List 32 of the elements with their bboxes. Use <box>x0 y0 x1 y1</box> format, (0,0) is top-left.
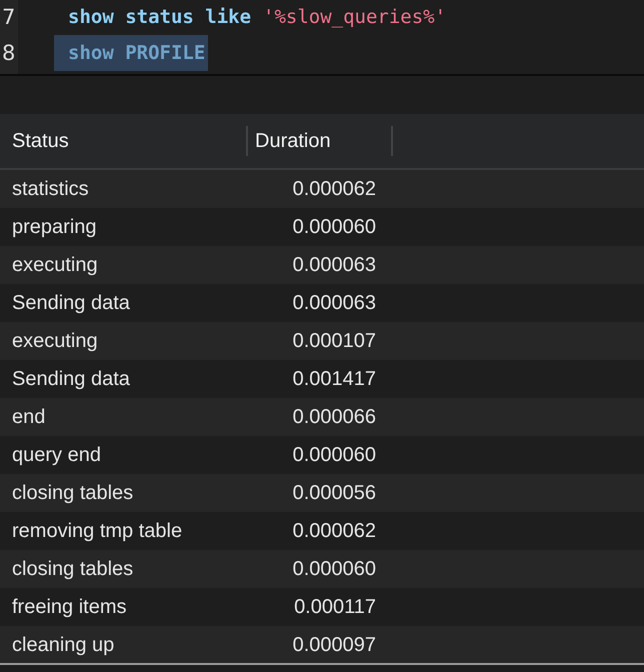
table-cell-text: 0.000062 <box>292 520 376 542</box>
table-cell-text: Sending data <box>11 368 131 390</box>
table-cell-text: closing tables <box>11 558 134 580</box>
table-cell-text: 0.000060 <box>292 558 376 580</box>
line-number: 8 <box>2 41 16 65</box>
table-cell-text: end <box>11 406 46 428</box>
table-cell-text: 0.000107 <box>292 330 376 352</box>
code-editor[interactable]: 7 show status like '%slow_queries%' 8 show PROFILE <box>0 0 644 76</box>
table-cell-text: removing tmp table <box>11 520 184 542</box>
table-cell-text: Sending data <box>11 292 131 314</box>
table-cell-text: preparing <box>11 216 98 238</box>
table-cell-text: query end <box>11 444 102 466</box>
table-cell-text: 0.000062 <box>292 178 376 200</box>
code-line: show status like '%slow_queries%' <box>67 5 448 30</box>
table-cell-text: executing <box>11 254 99 276</box>
table-cell-text: closing tables <box>11 482 134 504</box>
column-header[interactable]: Duration <box>248 126 393 156</box>
table-cell-text: executing <box>11 330 99 352</box>
table-cell-text: 0.000060 <box>292 444 376 466</box>
table-cell-text: 0.001417 <box>292 368 376 390</box>
table-cell-text: 0.000063 <box>292 292 376 314</box>
table-cell-text: 0.000056 <box>292 482 376 504</box>
table-cell-text: cleaning up <box>11 634 116 656</box>
table-cell-text: 0.000117 <box>293 596 376 618</box>
line-number: 7 <box>2 5 16 29</box>
column-header[interactable]: Status <box>0 126 248 156</box>
table-cell-text: 0.000060 <box>292 216 376 238</box>
table-cell-text: 0.000097 <box>292 634 376 656</box>
table-cell-text: 0.000066 <box>292 406 376 428</box>
table-cell-text: freeing items <box>11 596 128 618</box>
table-cell-text: 0.000063 <box>292 254 376 276</box>
table-cell-text: statistics <box>11 178 90 200</box>
